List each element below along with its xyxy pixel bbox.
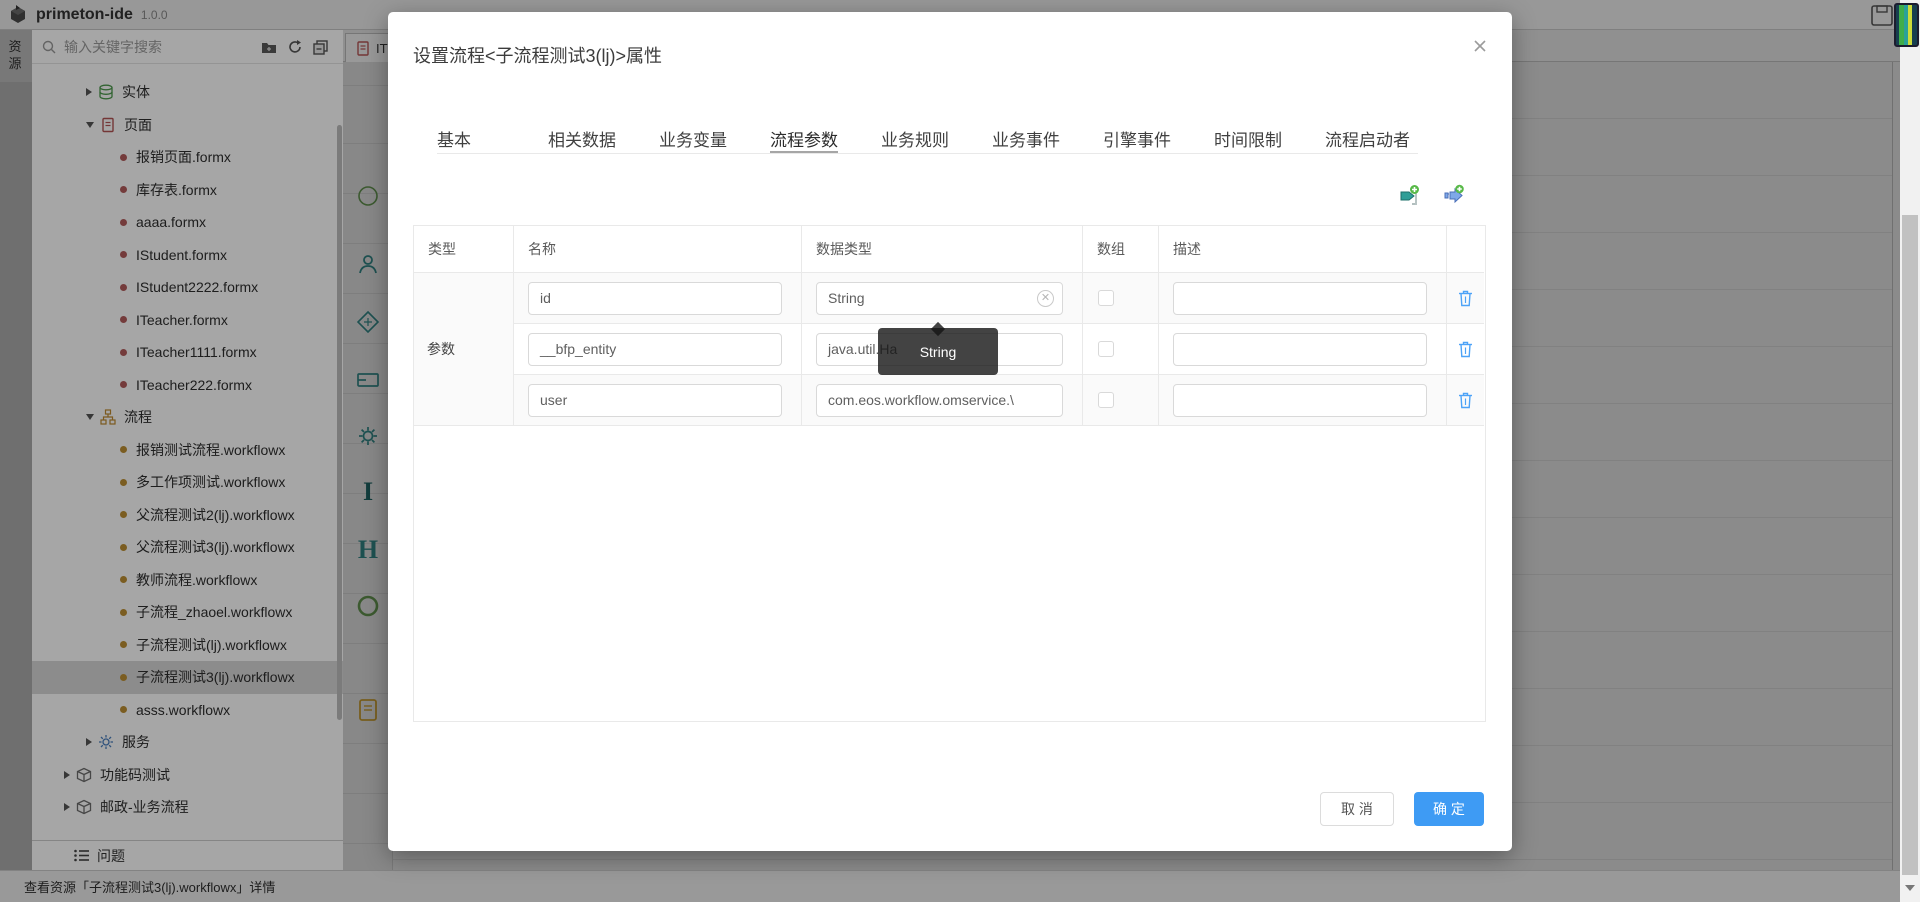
param-name-input[interactable]: id: [528, 282, 782, 315]
dialog-toolbar: [1398, 184, 1466, 207]
browser-extension-icon[interactable]: [1894, 3, 1919, 47]
table-row: user: [514, 375, 802, 426]
clear-icon[interactable]: ✕: [1037, 290, 1054, 307]
scroll-down-icon[interactable]: [1905, 885, 1915, 891]
tabs-divider: [437, 153, 1418, 154]
dialog-tab-6[interactable]: 业务事件: [992, 126, 1060, 153]
dialog-tab-5[interactable]: 业务规则: [881, 126, 949, 153]
properties-dialog: 设置流程<子流程测试3(lj)>属性 基本 相关数据 业务变量 流程参数 业务规则 业务事…: [388, 12, 1512, 851]
dialog-tab-7[interactable]: 引擎事件: [1103, 126, 1171, 153]
dialog-tab-4[interactable]: 流程参数: [770, 126, 838, 153]
parameters-table: 类型 名称 数据类型 数组 描述 参数 id String ✕: [413, 225, 1486, 722]
param-group-cell: 参数: [414, 273, 514, 426]
confirm-button[interactable]: 确 定: [1414, 792, 1484, 826]
app-root: primeton-ide 1.0.0 资源 输入关键字搜索: [0, 0, 1920, 902]
page-scrollbar[interactable]: [1900, 0, 1920, 902]
dialog-tab-3[interactable]: 业务变量: [659, 126, 727, 153]
close-icon[interactable]: [1470, 36, 1490, 56]
col-header-array: 数组: [1083, 226, 1159, 273]
dialog-tabs: 基本 相关数据 业务变量 流程参数 业务规则 业务事件 引擎事件 时间限制 流程启动者: [437, 126, 1453, 153]
table-row: id: [514, 273, 802, 324]
delete-row-icon[interactable]: [1458, 341, 1473, 358]
param-name-input[interactable]: __bfp_entity: [528, 333, 782, 366]
add-reference-icon[interactable]: [1443, 184, 1466, 207]
dialog-tab-8[interactable]: 时间限制: [1214, 126, 1282, 153]
array-checkbox[interactable]: [1098, 290, 1114, 306]
array-checkbox[interactable]: [1098, 341, 1114, 357]
param-datatype-select[interactable]: String ✕: [816, 282, 1063, 315]
col-header-datatype: 数据类型: [802, 226, 1083, 273]
delete-row-icon[interactable]: [1458, 290, 1473, 307]
col-header-actions: [1447, 226, 1484, 273]
delete-row-icon[interactable]: [1458, 392, 1473, 409]
param-desc-input[interactable]: [1173, 333, 1427, 366]
col-header-name: 名称: [514, 226, 802, 273]
datatype-tooltip: String: [878, 328, 998, 375]
table-row: __bfp_entity: [514, 324, 802, 375]
add-parameter-icon[interactable]: [1398, 184, 1421, 207]
col-header-description: 描述: [1159, 226, 1447, 273]
param-desc-input[interactable]: [1173, 384, 1427, 417]
dialog-tab-9[interactable]: 流程启动者: [1325, 126, 1410, 153]
dialog-title: 设置流程<子流程测试3(lj)>属性: [413, 42, 662, 68]
dialog-tab-2[interactable]: 相关数据: [548, 126, 616, 153]
dialog-tab-1[interactable]: 基本: [437, 126, 471, 153]
scrollbar-thumb[interactable]: [1902, 215, 1918, 875]
cancel-button[interactable]: 取 消: [1320, 792, 1394, 826]
param-name-input[interactable]: user: [528, 384, 782, 417]
param-desc-input[interactable]: [1173, 282, 1427, 315]
array-checkbox[interactable]: [1098, 392, 1114, 408]
param-datatype-select[interactable]: com.eos.workflow.omservice.\: [816, 384, 1063, 417]
col-header-type: 类型: [414, 226, 514, 273]
